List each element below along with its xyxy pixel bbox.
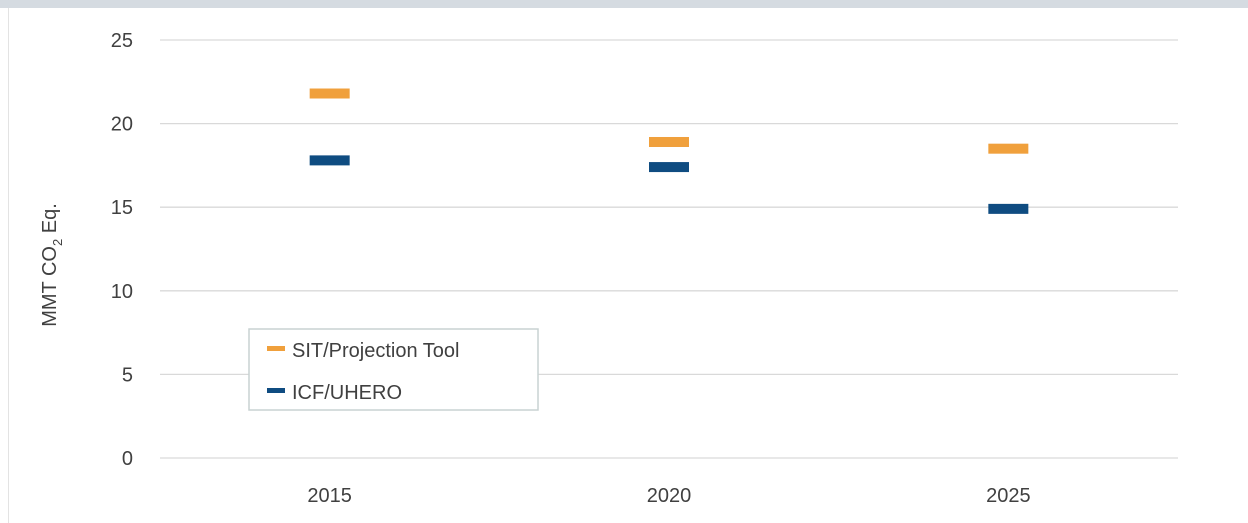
data-point-series0-2020 bbox=[649, 136, 689, 147]
y-axis-label-suffix: Eq. bbox=[39, 203, 61, 239]
y-tick-label: 5 bbox=[122, 364, 133, 386]
y-tick-label: 10 bbox=[111, 281, 133, 303]
data-point-series0-2015 bbox=[309, 88, 350, 99]
legend-swatch-sit bbox=[267, 346, 285, 351]
y-tick-label: 0 bbox=[122, 448, 133, 470]
data-point-series0-2025 bbox=[988, 143, 1029, 154]
y-axis-ticks: 0 5 10 15 20 25 bbox=[111, 30, 133, 470]
legend-swatch-icf bbox=[267, 388, 285, 393]
data-point-series1-2015 bbox=[309, 155, 350, 166]
chart: 0510152025 2015 2020 2025 MMT CO2 Eq. SIT/… bbox=[39, 30, 1178, 507]
data-point-series1-2025 bbox=[988, 203, 1029, 214]
legend-label-sit: SIT/Projection Tool bbox=[292, 340, 460, 362]
x-tick-label: 2025 bbox=[986, 485, 1031, 507]
y-axis-label-subscript: 2 bbox=[50, 239, 65, 246]
legend-label-icf: ICF/UHERO bbox=[292, 382, 402, 404]
x-tick-label: 2020 bbox=[647, 485, 692, 507]
y-axis-label: MMT CO2 Eq. bbox=[39, 203, 65, 327]
x-axis-ticks: 2015 2020 2025 bbox=[307, 485, 1030, 507]
legend: SIT/Projection Tool ICF/UHERO bbox=[248, 328, 539, 411]
data-marks bbox=[309, 88, 1029, 214]
x-tick-label: 2015 bbox=[307, 485, 352, 507]
y-tick-label: 25 bbox=[111, 30, 133, 52]
y-tick-label: 15 bbox=[111, 197, 133, 219]
y-tick-label: 20 bbox=[111, 114, 133, 136]
y-axis-label-main: MMT CO bbox=[39, 246, 61, 327]
data-point-series1-2020 bbox=[649, 162, 689, 173]
